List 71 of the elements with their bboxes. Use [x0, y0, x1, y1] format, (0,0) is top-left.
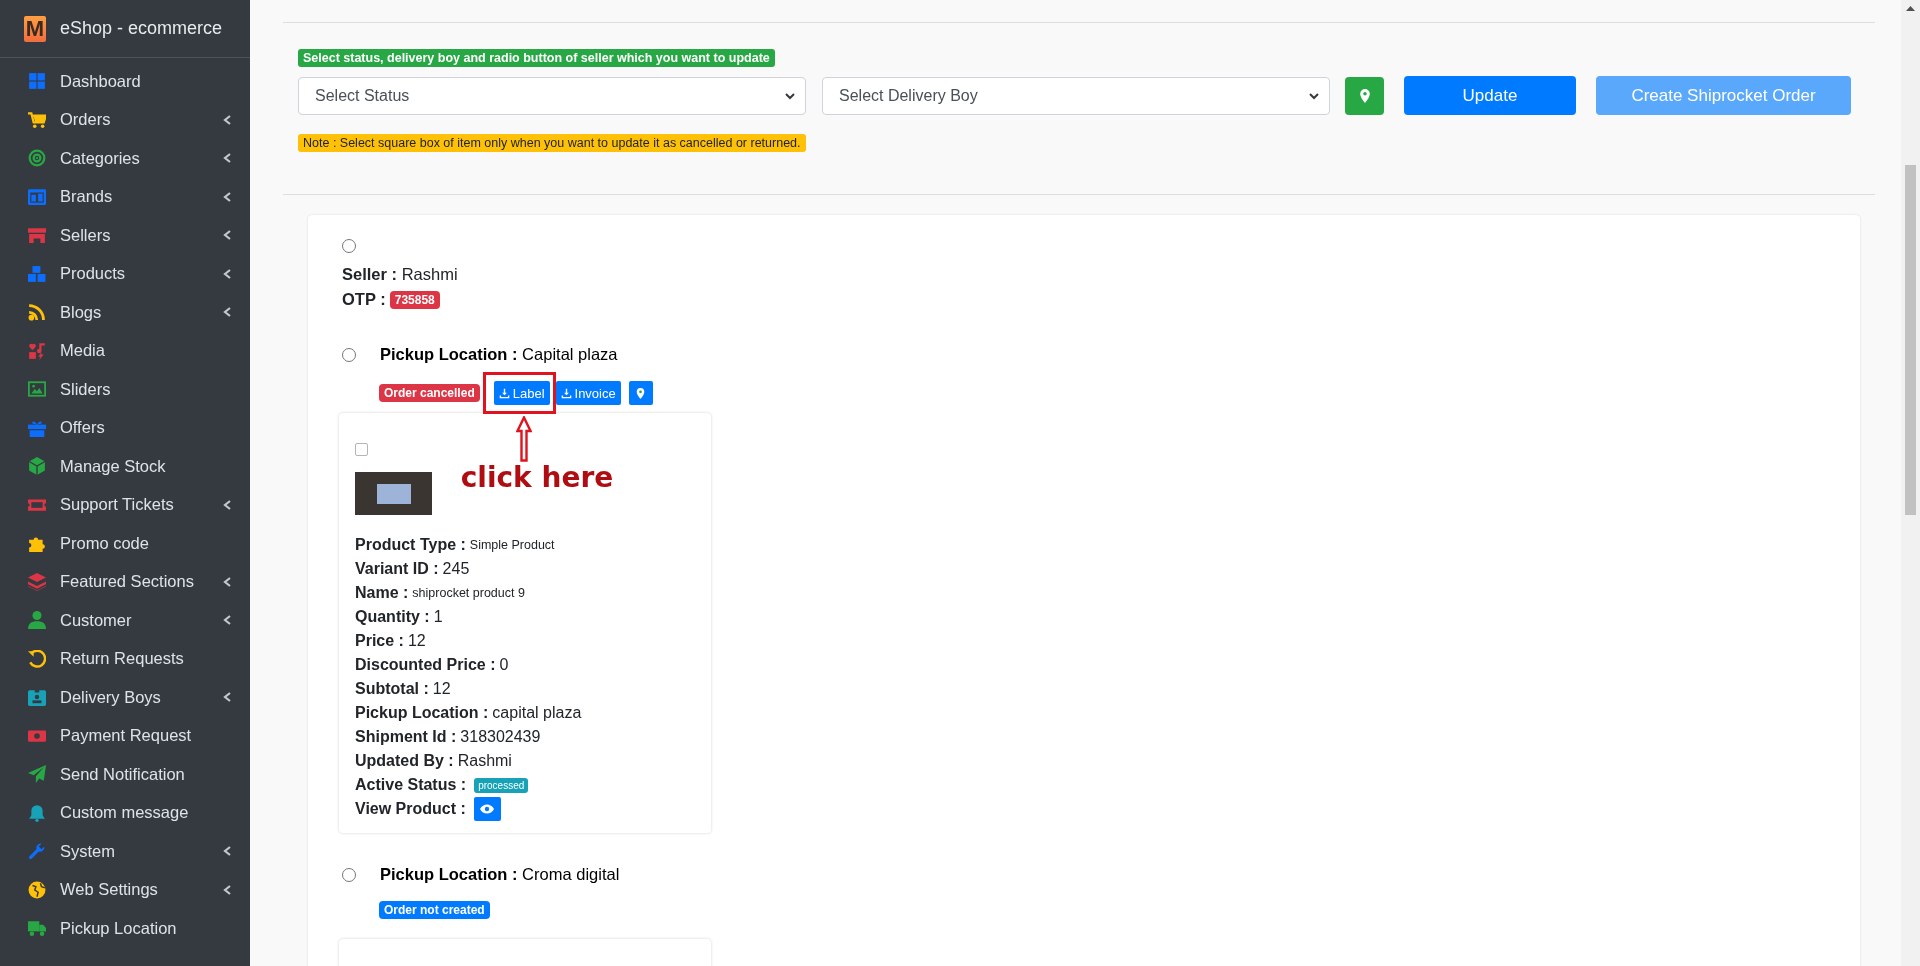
update-button[interactable]: Update — [1404, 76, 1576, 115]
scroll-up-icon[interactable] — [1906, 5, 1915, 11]
sidebar-item[interactable]: Dashboard — [0, 62, 250, 101]
sidebar-item[interactable]: Pickup Location — [0, 909, 250, 948]
product-detail: Name : shiprocket product 9 — [355, 583, 526, 603]
status-badge: processed — [474, 777, 529, 793]
map-pin-button[interactable] — [1345, 76, 1384, 115]
scroll-thumb[interactable] — [1905, 165, 1916, 515]
download-button[interactable]: Label — [493, 381, 550, 405]
product-detail: Quantity : 1 — [355, 607, 444, 627]
instruction-badge: Select status, delivery boy and radio button of seller which you want to update — [298, 49, 775, 67]
sidebar-item[interactable]: Support Tickets — [0, 485, 250, 524]
product-detail: Price : 12 — [355, 631, 427, 651]
map-pin-button[interactable] — [628, 381, 653, 405]
item-checkbox[interactable] — [355, 443, 368, 456]
product-detail: Updated By : Rashmi — [355, 751, 513, 771]
sidebar-item[interactable]: Orders — [0, 100, 250, 139]
sidebar-item[interactable]: Delivery Boys — [0, 678, 250, 717]
product-detail: Product Type : Simple Product — [355, 535, 556, 555]
map-pin-icon — [1357, 87, 1372, 104]
sidebar-item[interactable]: Send Notification — [0, 755, 250, 794]
pickup-location-text: Pickup Location : Capital plaza — [380, 345, 618, 364]
note-badge: Note : Select square box of item only when you want to update it as cancelled or returned. — [298, 134, 806, 152]
product-detail: Subtotal : 12 — [355, 679, 452, 699]
sidebar-item[interactable]: Featured Sections — [0, 562, 250, 601]
download-icon — [560, 387, 572, 399]
sidebar-item[interactable]: Customer — [0, 601, 250, 640]
sidebar-item[interactable]: Products — [0, 254, 250, 293]
seller-radio[interactable] — [342, 239, 356, 253]
otp-label: OTP : — [342, 290, 386, 309]
download-icon — [498, 387, 510, 399]
order-status-badge: Order not created — [379, 901, 490, 919]
seller-text: Seller : Rashmi — [342, 265, 459, 284]
sidebar-item[interactable]: Manage Stock — [0, 447, 250, 486]
pickup-radio[interactable] — [342, 347, 356, 362]
view-button[interactable] — [473, 797, 501, 821]
scrollbar[interactable] — [1901, 0, 1920, 966]
sidebar-item[interactable]: Offers — [0, 408, 250, 447]
map-pin-icon — [635, 386, 647, 400]
chevron-down-icon — [1309, 90, 1319, 101]
active-status-label: Active Status : — [355, 776, 467, 794]
sidebar-item[interactable]: System — [0, 832, 250, 871]
sidebar-item[interactable]: Payment Request — [0, 716, 250, 755]
status-select[interactable]: Select Status — [298, 76, 806, 115]
brand-title: eShop - ecommerce — [60, 18, 223, 39]
sidebar-item[interactable]: Media — [0, 331, 250, 370]
view-product-label: View Product : — [355, 800, 466, 818]
sidebar-item[interactable]: Promo code — [0, 524, 250, 563]
sidebar-item[interactable]: Sellers — [0, 216, 250, 255]
sidebar-item[interactable]: Return Requests — [0, 639, 250, 678]
pickup-radio[interactable] — [342, 867, 356, 882]
click-here-annotation: click here — [460, 461, 614, 494]
otp-badge: 735858 — [389, 290, 440, 309]
sidebar-item[interactable]: Web Settings — [0, 870, 250, 909]
product-detail: Shipment Id : 318302439 — [355, 727, 542, 747]
up-arrow — [515, 416, 532, 462]
logo-icon: M — [24, 15, 46, 42]
pickup-location-text: Pickup Location : Croma digital — [380, 865, 620, 884]
order-status-badge: Order cancelled — [379, 384, 480, 402]
sidebar-item[interactable]: Sliders — [0, 370, 250, 409]
product-detail: Discounted Price : 0 — [355, 655, 510, 675]
chevron-down-icon — [785, 90, 795, 101]
sidebar-item[interactable]: Categories — [0, 139, 250, 178]
download-button[interactable]: Invoice — [555, 381, 621, 405]
sidebar-item[interactable]: Brands — [0, 177, 250, 216]
eye-icon — [480, 804, 495, 814]
sidebar-item[interactable]: Custom message — [0, 793, 250, 832]
delivery-boy-select[interactable]: Select Delivery Boy — [822, 76, 1330, 115]
product-detail: Variant ID : 245 — [355, 559, 471, 579]
product-detail: Pickup Location : capital plaza — [355, 703, 583, 723]
sidebar-item[interactable]: Blogs — [0, 293, 250, 332]
